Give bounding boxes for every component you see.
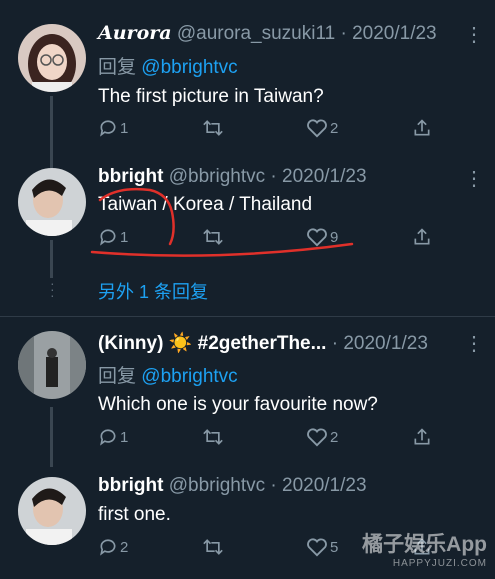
like-button[interactable]: 2 [306, 118, 338, 138]
share-icon [414, 428, 430, 445]
tweet-header: (Kinny) ☀️ #2getherThe... · 2020/1/23 [98, 331, 485, 355]
tweet-text: first one. [98, 504, 171, 525]
retweet-button[interactable] [202, 227, 226, 247]
user-handle[interactable]: @aurora_suzuki11 [177, 23, 335, 44]
reply-button[interactable]: 1 [98, 227, 128, 247]
retweet-icon [203, 429, 223, 445]
reply-button[interactable]: 1 [98, 118, 128, 138]
like-icon [307, 538, 327, 557]
tweet[interactable]: bbright @bbrightvc · 2020/1/23 ⋮ Taiwan … [0, 160, 495, 310]
reply-count: 2 [120, 538, 129, 556]
reply-icon [100, 539, 116, 556]
tweet[interactable]: Aurora @aurora_suzuki11 · 2020/1/23 ⋮ 回复… [0, 0, 495, 162]
replying-prefix: 回复 [98, 366, 137, 387]
user-handle[interactable]: @bbrightvc [169, 475, 265, 496]
separator: · [265, 166, 282, 187]
share-icon [414, 119, 430, 136]
avatar[interactable] [18, 24, 86, 92]
like-button[interactable]: 9 [306, 227, 338, 247]
avatar[interactable] [18, 477, 86, 545]
separator: · [326, 333, 344, 354]
reply-button[interactable]: 1 [98, 427, 128, 447]
like-icon [307, 228, 327, 247]
like-button[interactable]: 5 [306, 537, 338, 557]
retweet-icon [203, 120, 223, 136]
tweet-header: bbright @bbrightvc · 2020/1/23 [98, 166, 485, 188]
share-button[interactable] [412, 118, 432, 138]
reply-count: 1 [120, 428, 129, 446]
retweet-icon [203, 539, 223, 555]
retweet-icon [203, 229, 223, 245]
tweet[interactable]: (Kinny) ☀️ #2getherThe... · 2020/1/23 ⋮ … [0, 317, 495, 467]
mention-link[interactable]: @bbrightvc [141, 366, 237, 387]
thread-line [50, 240, 53, 278]
replying-to: 回复 @bbrightvc [98, 361, 238, 388]
tweet-actions: 1 2 [98, 427, 438, 453]
share-icon [414, 228, 430, 245]
like-icon [307, 428, 327, 447]
tweet-text: The first picture in Taiwan? [98, 86, 324, 107]
tweet-header: Aurora @aurora_suzuki11 · 2020/1/23 [98, 22, 485, 45]
mention-link[interactable]: @bbrightvc [141, 57, 237, 78]
reply-icon [100, 120, 116, 137]
reply-count: 1 [120, 119, 129, 137]
tweet-actions: 1 2 [98, 118, 438, 144]
retweet-button[interactable] [202, 118, 226, 138]
reply-button[interactable]: 2 [98, 537, 128, 557]
more-icon[interactable]: ⋮ [464, 22, 485, 47]
tweet-date[interactable]: 2020/1/23 [282, 475, 367, 496]
replying-to: 回复 @bbrightvc [98, 52, 238, 79]
avatar[interactable] [18, 331, 86, 399]
collapsed-thread-dots: · · · [50, 275, 55, 303]
reply-count: 1 [120, 228, 129, 246]
display-name[interactable]: bbright [98, 475, 163, 496]
like-count: 2 [330, 119, 339, 137]
tweet-header: bbright @bbrightvc · 2020/1/23 [98, 475, 485, 497]
reply-icon [100, 229, 116, 246]
display-name[interactable]: bbright [98, 166, 163, 187]
watermark-url: HAPPYJUZI.COM [392, 558, 487, 569]
watermark-title: 橘子娱乐App [362, 533, 487, 556]
more-icon[interactable]: ⋮ [464, 166, 485, 191]
retweet-button[interactable] [202, 537, 226, 557]
avatar[interactable] [18, 168, 86, 236]
more-icon[interactable]: ⋮ [464, 331, 485, 356]
tweet-text: Which one is your favourite now? [98, 394, 378, 415]
reply-icon [100, 429, 116, 446]
separator: · [265, 475, 282, 496]
tweet-date[interactable]: 2020/1/23 [282, 166, 367, 187]
thread-line [50, 160, 53, 168]
like-count: 2 [330, 428, 339, 446]
tweet-date[interactable]: 2020/1/23 [343, 333, 428, 354]
share-button[interactable] [412, 227, 432, 247]
tweet-text: Taiwan / Korea / Thailand [98, 194, 313, 215]
watermark: 橘子娱乐App HAPPYJUZI.COM [362, 528, 487, 569]
retweet-button[interactable] [202, 427, 226, 447]
thread-line [50, 407, 53, 467]
tweet-date[interactable]: 2020/1/23 [352, 23, 437, 44]
thread-line [50, 96, 53, 162]
share-button[interactable] [412, 427, 432, 447]
user-handle[interactable]: @bbrightvc [169, 166, 265, 187]
like-count: 5 [330, 538, 339, 556]
separator: · [335, 23, 353, 44]
display-name[interactable]: (Kinny) ☀️ #2getherThe... [98, 333, 326, 354]
show-more-replies-link[interactable]: 另外 1 条回复 [98, 278, 208, 304]
display-name[interactable]: Aurora [98, 22, 172, 44]
like-button[interactable]: 2 [306, 427, 338, 447]
replying-prefix: 回复 [98, 57, 137, 78]
like-icon [307, 119, 327, 138]
tweet-actions: 1 9 [98, 227, 438, 253]
like-count: 9 [330, 228, 339, 246]
